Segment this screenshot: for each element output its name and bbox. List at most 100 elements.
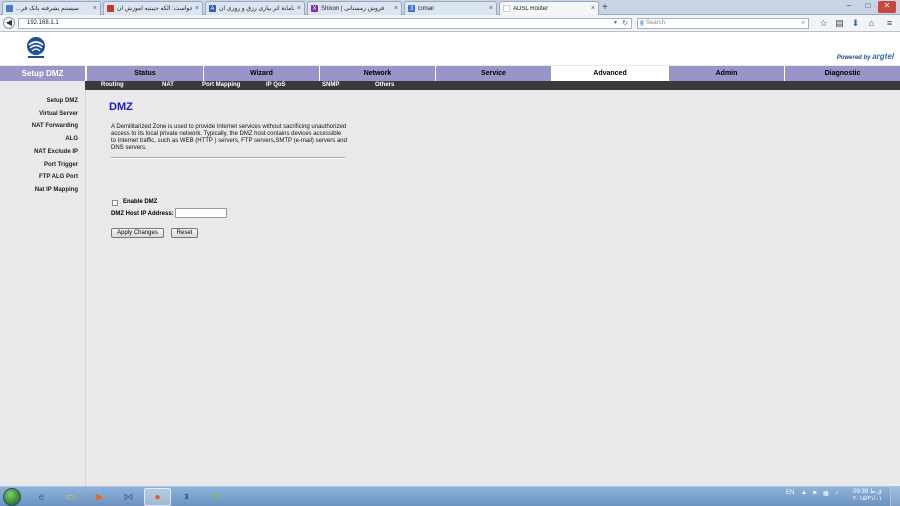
subnav-routing[interactable]: Routing — [101, 81, 124, 90]
powered-by: Powered by argtel — [837, 52, 894, 61]
page-title: DMZ — [109, 101, 133, 113]
sidebar-item-nat-exclude-ip[interactable]: NAT Exclude IP — [34, 149, 78, 155]
back-arrow-icon: ◀ — [5, 18, 13, 27]
subnav-port-mapping[interactable]: Port Mapping — [202, 81, 240, 90]
search-placeholder: Search — [646, 20, 666, 26]
subnav-others[interactable]: Others — [375, 81, 394, 90]
sidebar-item-alg[interactable]: ALG — [65, 136, 78, 142]
dmz-host-ip-label: DMZ Host IP Address: — [111, 211, 174, 217]
section-title: Setup DMZ — [0, 66, 85, 81]
sidebar-item-nat-ip-mapping[interactable]: Nat IP Mapping — [35, 187, 78, 193]
browser-tab[interactable]: X Shixon | فروش زمستانی × — [307, 1, 402, 15]
sidebar-item-nat-forwarding[interactable]: NAT Forwarding — [32, 123, 78, 129]
sidebar-item-port-trigger[interactable]: Port Trigger — [44, 162, 78, 168]
enable-dmz-checkbox[interactable] — [112, 200, 118, 206]
browser-tab[interactable]: ...سیستم یشرفته بانک قر × — [2, 1, 101, 15]
tab-close-icon[interactable]: × — [489, 5, 493, 12]
maximize-button[interactable]: □ — [859, 1, 877, 13]
tab-title: ...سیستم یشرفته بانک قر — [16, 6, 79, 12]
browser-tab-strip: ...سیستم یشرفته بانک قر × درخواست: الکه … — [0, 0, 900, 15]
router-header: Powered by argtel — [0, 32, 900, 65]
tab-close-icon[interactable]: × — [195, 5, 199, 12]
file-explorer-icon[interactable]: ▭ — [57, 488, 84, 506]
app-3-icon[interactable]: 3 — [173, 488, 200, 506]
tab-close-icon[interactable]: × — [297, 5, 301, 12]
nav-service[interactable]: Service — [435, 66, 551, 81]
sidebar-item-virtual-server[interactable]: Virtual Server — [39, 111, 78, 117]
apply-changes-button[interactable]: Apply Changes — [111, 228, 164, 238]
home-icon[interactable]: ⌂ — [866, 18, 877, 29]
tab-title: سامانهٔ اثر بیاری رزق و روزی ان... — [219, 6, 294, 12]
tray-expand-icon[interactable]: ▲ — [801, 490, 807, 496]
powered-by-brand: argtel — [872, 52, 894, 61]
sub-nav: Routing NAT Port Mapping IP QoS SNMP Oth… — [0, 81, 900, 90]
url-text: 192.168.1.1 — [27, 20, 59, 26]
clock-date: ۲۰۱۵/۳۱/۰۱ — [852, 496, 882, 502]
tab-favicon-icon — [107, 5, 114, 12]
clock-time: 09:39 ق.ظ — [853, 489, 882, 495]
sidebar: Setup DMZ Virtual Server NAT Forwarding … — [0, 90, 85, 486]
firefox-icon[interactable]: ● — [144, 488, 171, 506]
subnav-snmp[interactable]: SNMP — [322, 81, 339, 90]
minimize-button[interactable]: – — [840, 1, 858, 13]
tray-flag-icon[interactable]: ⚑ — [812, 490, 817, 497]
browser-tab[interactable]: درخواست: الکه جیبتیه آموزش ان... × — [103, 1, 203, 15]
language-indicator[interactable]: EN — [786, 490, 794, 496]
nav-status[interactable]: Status — [86, 66, 203, 81]
powered-by-prefix: Powered by — [836, 55, 871, 61]
tab-close-icon[interactable]: × — [394, 5, 398, 12]
clock[interactable]: 09:39 ق.ظ ۲۰۱۵/۳۱/۰۱ — [853, 489, 882, 503]
tray-network-icon[interactable]: ▦ — [823, 490, 829, 497]
media-player-icon[interactable]: ▶ — [86, 488, 113, 506]
enable-dmz-label: Enable DMZ — [123, 199, 158, 205]
downloads-icon[interactable]: ⬇ — [850, 18, 861, 29]
reset-button[interactable]: Reset — [171, 228, 198, 238]
tab-favicon-icon — [503, 5, 510, 12]
tab-favicon-icon: X — [311, 5, 318, 12]
nav-network[interactable]: Network — [319, 66, 435, 81]
tray-volume-icon[interactable]: ♪ — [835, 490, 838, 496]
nav-wizard[interactable]: Wizard — [203, 66, 319, 81]
back-button[interactable]: ◀ — [3, 17, 15, 29]
menu-icon[interactable]: ≡ — [884, 18, 895, 29]
bookmark-star-icon[interactable]: ☆ — [818, 18, 829, 29]
show-desktop-button[interactable] — [890, 487, 900, 506]
tab-title: Shixon | فروش زمستانی — [321, 6, 385, 12]
messenger-icon[interactable]: ⋈ — [115, 488, 142, 506]
url-dropdown-icon[interactable]: ▾ — [614, 19, 617, 28]
page-description: A Demilitarized Zone is used to provide … — [111, 124, 347, 151]
new-tab-button[interactable]: + — [602, 2, 608, 13]
tab-title: ADSL Router — [513, 5, 549, 12]
search-icon[interactable]: ⌕ — [802, 19, 805, 28]
nav-advanced[interactable]: Advanced — [551, 66, 668, 81]
router-page: Powered by argtel Setup DMZ Status Wizar… — [0, 32, 900, 486]
bookmarks-list-icon[interactable]: ▤ — [834, 18, 845, 29]
dmz-host-ip-input[interactable] — [175, 208, 227, 218]
tab-close-icon[interactable]: × — [591, 5, 595, 12]
browser-tab[interactable]: 3 Gmail × — [404, 1, 497, 15]
browser-tab[interactable]: A سامانهٔ اثر بیاری رزق و روزی ان... × — [205, 1, 305, 15]
company-logo-icon — [27, 37, 45, 58]
internet-explorer-icon[interactable]: e — [28, 488, 55, 506]
tab-title: Gmail — [418, 5, 434, 12]
browser-tab-active[interactable]: ADSL Router × — [499, 1, 599, 15]
tab-favicon-icon — [6, 5, 13, 12]
subnav-ip-qos[interactable]: IP QoS — [266, 81, 286, 90]
tab-close-icon[interactable]: × — [93, 5, 97, 12]
url-bar[interactable]: 192.168.1.1 ▾ ↻ — [18, 18, 632, 29]
tab-title: درخواست: الکه جیبتیه آموزش ان... — [117, 6, 192, 12]
notepad-icon[interactable]: ✎ — [202, 488, 229, 506]
sidebar-item-ftp-alg-port[interactable]: FTP ALG Port — [39, 174, 78, 180]
nav-admin[interactable]: Admin — [668, 66, 784, 81]
search-input[interactable]: g Search ⌕ — [637, 18, 809, 29]
sidebar-item-setup-dmz[interactable]: Setup DMZ — [47, 98, 78, 104]
close-window-button[interactable]: ✕ — [878, 1, 896, 13]
subnav-nat[interactable]: NAT — [162, 81, 174, 90]
reload-icon[interactable]: ↻ — [622, 19, 628, 28]
start-button[interactable] — [3, 488, 21, 506]
tab-favicon-icon: A — [209, 5, 216, 12]
main-nav: Setup DMZ Status Wizard Network Service … — [0, 66, 900, 81]
google-icon: g — [640, 20, 644, 26]
taskbar: e ▭ ▶ ⋈ ● 3 ✎ EN ▲ ⚑ ▦ ♪ 09:39 ق.ظ ۲۰۱۵/… — [0, 486, 900, 506]
nav-diagnostic[interactable]: Diagnostic — [784, 66, 900, 81]
